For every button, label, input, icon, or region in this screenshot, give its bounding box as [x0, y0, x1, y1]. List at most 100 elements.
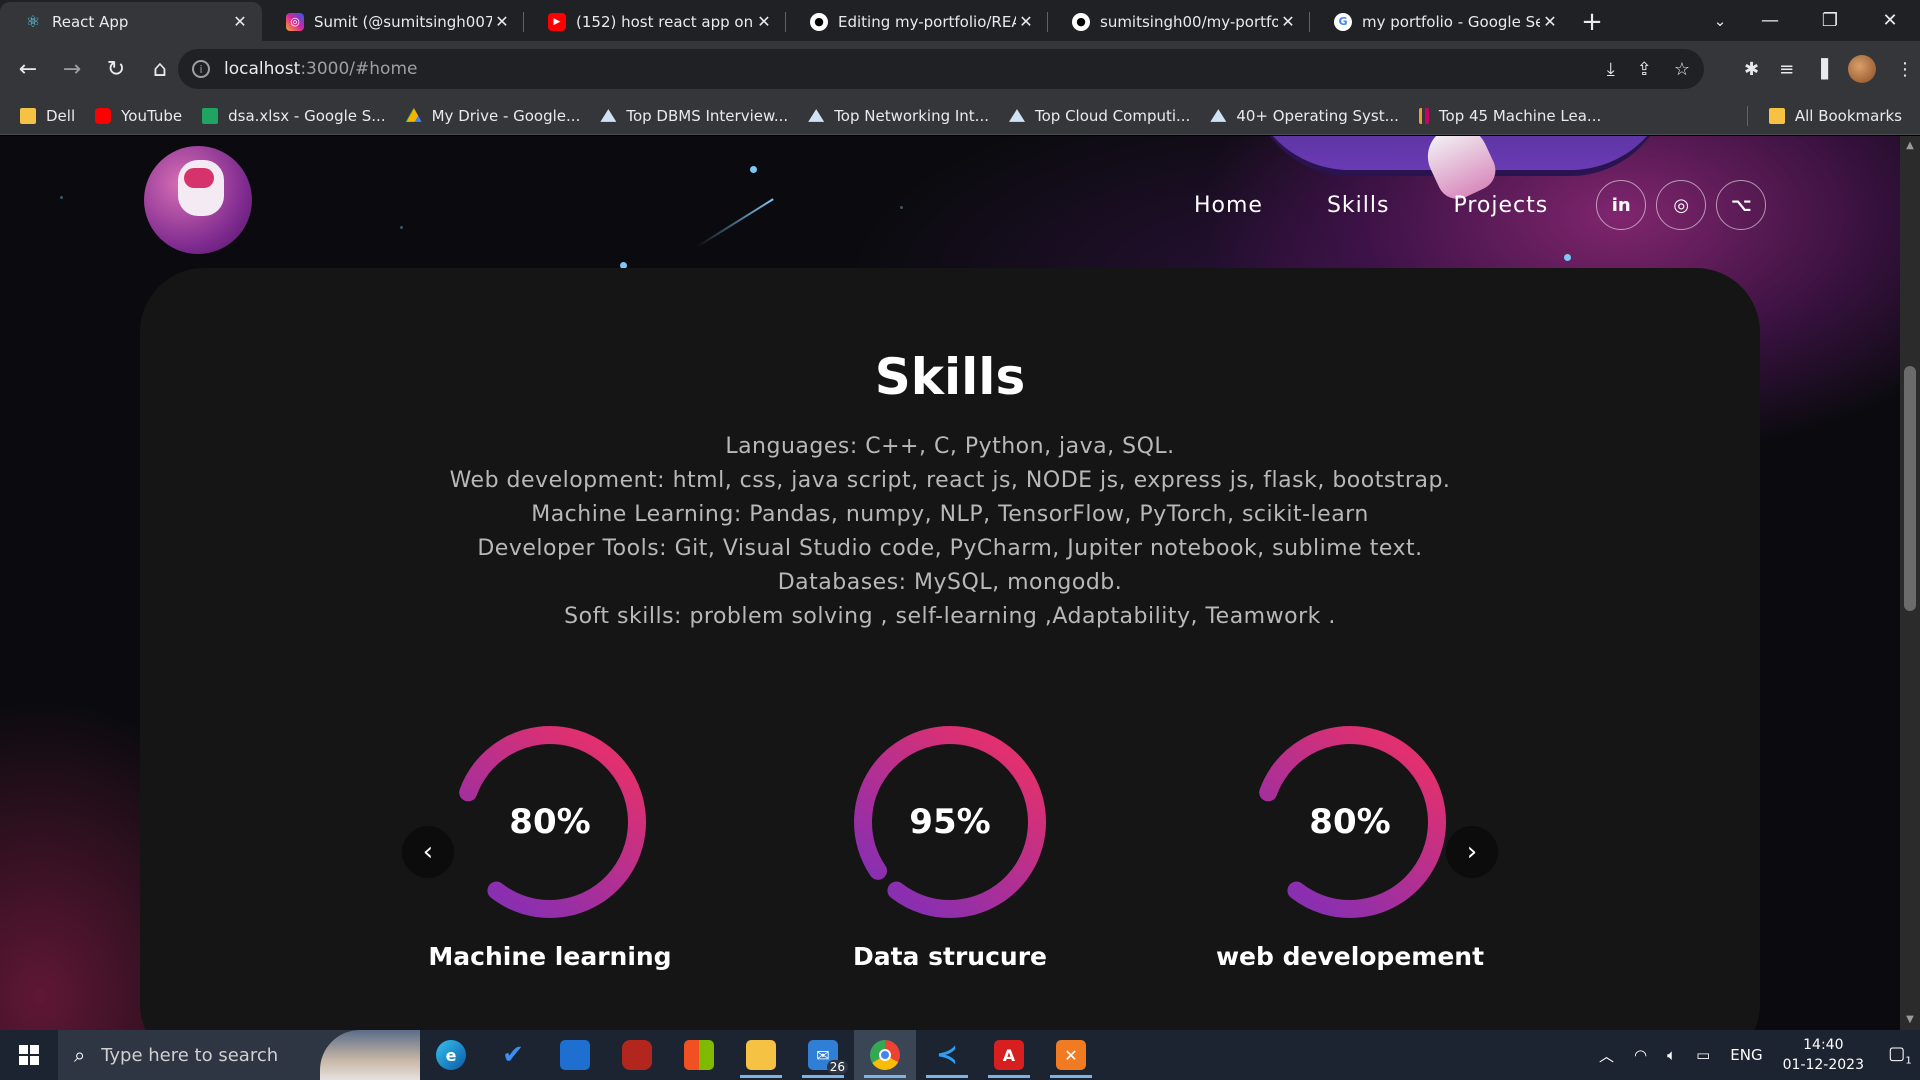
site-icon — [1008, 109, 1025, 122]
address-bar[interactable]: i localhost:3000/#home ⤓ ⇪ ☆ — [178, 49, 1704, 89]
bookmark-label: 40+ Operating Syst... — [1236, 106, 1399, 125]
share-icon[interactable]: ⇪ — [1637, 59, 1652, 80]
media-icon[interactable]: ≡ — [1779, 59, 1794, 80]
extensions-icon[interactable]: ✱ — [1744, 59, 1759, 80]
search-icon: ⌕ — [74, 1043, 86, 1067]
all-bookmarks[interactable]: All Bookmarks — [1746, 97, 1902, 135]
folder-icon[interactable] — [730, 1030, 792, 1080]
menu-icon[interactable]: ⋮ — [1896, 59, 1914, 80]
battery-icon[interactable]: ▭ — [1696, 1046, 1710, 1064]
tab-search-chevron-icon[interactable]: ⌄ — [1702, 0, 1738, 41]
nav-skills[interactable]: Skills — [1327, 193, 1390, 218]
all-bookmarks-label: All Bookmarks — [1794, 107, 1902, 125]
profile-avatar[interactable] — [1848, 55, 1876, 83]
scroll-up-icon[interactable]: ▲ — [1900, 136, 1920, 156]
tab-react-app[interactable]: ⚛ React App ✕ — [0, 2, 262, 41]
linkedin-icon[interactable]: in — [1596, 180, 1647, 230]
bookmark-star-icon[interactable]: ☆ — [1674, 59, 1690, 80]
nav-projects[interactable]: Projects — [1453, 193, 1548, 218]
bookmark-cloud[interactable]: Top Cloud Computi... — [1008, 106, 1191, 125]
tab-instagram[interactable]: ◎ Sumit (@sumitsingh007) • ✕ — [262, 2, 524, 41]
minimize-button[interactable]: — — [1740, 0, 1800, 41]
tab-google-search[interactable]: G my portfolio - Google Sear ✕ — [1310, 2, 1572, 41]
skills-line-databases: Databases: MySQL, mongodb. — [777, 570, 1123, 595]
github-icon[interactable]: ⌥ — [1716, 180, 1767, 230]
close-icon[interactable]: ✕ — [1540, 12, 1560, 31]
site-navbar: Home Skills Projects in ◎ ⌥ — [1194, 180, 1776, 230]
close-icon[interactable]: ✕ — [1016, 12, 1036, 31]
taskbar-search[interactable]: ⌕ Type here to search — [58, 1030, 420, 1080]
back-button[interactable]: ← — [8, 49, 48, 89]
page-scrollbar[interactable]: ▲ ▼ — [1900, 136, 1920, 1030]
skill-progress-ring: 80% — [1250, 722, 1450, 922]
install-icon[interactable]: ⤓ — [1607, 59, 1615, 80]
chrome-icon[interactable] — [854, 1030, 916, 1080]
search-placeholder: Type here to search — [101, 1044, 279, 1066]
tab-github-editing[interactable]: ● Editing my-portfolio/READ ✕ — [786, 2, 1048, 41]
instagram-icon: ◎ — [286, 12, 304, 31]
scrollbar-thumb[interactable] — [1904, 366, 1916, 611]
close-icon[interactable]: ✕ — [1278, 12, 1298, 31]
bookmark-label: Top Cloud Computi... — [1034, 106, 1191, 125]
app-icon[interactable] — [544, 1030, 606, 1080]
acrobat-icon[interactable]: A — [978, 1030, 1040, 1080]
clock[interactable]: 14:40 01-12-2023 — [1783, 1035, 1864, 1075]
folder-icon — [1768, 108, 1785, 124]
bookmark-label: My Drive - Google... — [431, 106, 581, 125]
site-icon — [1210, 109, 1227, 122]
language-indicator[interactable]: ENG — [1730, 1046, 1762, 1064]
bookmark-sheets[interactable]: dsa.xlsx - Google S... — [202, 107, 386, 125]
forward-button[interactable]: → — [52, 49, 92, 89]
close-icon[interactable]: ✕ — [492, 12, 512, 31]
todo-icon[interactable]: ✔ — [482, 1030, 544, 1080]
skills-line-ml: Machine Learning: Pandas, numpy, NLP, Te… — [531, 502, 1369, 527]
site-icon — [1418, 107, 1429, 124]
skill-percent: 80% — [1309, 802, 1391, 842]
url-path: :3000/#home — [300, 59, 418, 79]
store-icon[interactable] — [668, 1030, 730, 1080]
home-button[interactable]: ⌂ — [140, 49, 180, 89]
nav-home[interactable]: Home — [1194, 193, 1263, 218]
bookmark-label: Dell — [46, 106, 76, 125]
site-info-icon[interactable]: i — [192, 60, 210, 78]
tab-youtube[interactable]: ▶ (152) host react app on git ✕ — [524, 2, 786, 41]
side-panel-icon[interactable]: ▐ — [1814, 59, 1828, 80]
carousel-next-button[interactable]: › — [1446, 826, 1498, 878]
start-button[interactable] — [0, 1030, 58, 1080]
instagram-icon[interactable]: ◎ — [1656, 180, 1707, 230]
close-icon[interactable]: ✕ — [230, 12, 250, 31]
site-icon — [808, 109, 825, 122]
mail-icon[interactable]: ✉ 26 — [792, 1030, 854, 1080]
game-icon[interactable] — [606, 1030, 668, 1080]
star — [1564, 254, 1571, 261]
browser-toolbar: ← → ↻ ⌂ i localhost:3000/#home ⤓ ⇪ ☆ ✱ ≡… — [0, 41, 1920, 97]
wifi-icon[interactable]: ◠ — [1634, 1046, 1647, 1064]
google-icon: G — [1334, 12, 1352, 31]
edge-icon[interactable]: e — [420, 1030, 482, 1080]
skill-card: 95% Data strucure — [790, 722, 1110, 971]
bookmark-drive[interactable]: My Drive - Google... — [405, 106, 581, 125]
site-icon — [600, 109, 617, 122]
bookmark-networking[interactable]: Top Networking Int... — [808, 107, 989, 125]
volume-icon[interactable]: 🔈︎ — [1667, 1046, 1676, 1064]
close-window-button[interactable]: ✕ — [1860, 0, 1920, 41]
bookmark-dbms[interactable]: Top DBMS Interview... — [600, 107, 788, 125]
bookmark-ml[interactable]: Top 45 Machine Lea... — [1418, 107, 1601, 125]
vscode-icon[interactable]: ≺ — [916, 1030, 978, 1080]
bookmarks-bar: Dell YouTube dsa.xlsx - Google S... My D… — [0, 97, 1920, 135]
bookmark-youtube[interactable]: YouTube — [95, 107, 182, 125]
drive-icon — [405, 107, 422, 122]
tab-github-repo[interactable]: ● sumitsingh00/my-portfolio ✕ — [1048, 2, 1310, 41]
close-icon[interactable]: ✕ — [754, 12, 774, 31]
bookmark-os[interactable]: 40+ Operating Syst... — [1210, 107, 1399, 125]
star — [750, 166, 757, 173]
chevron-up-icon[interactable]: ︿ — [1599, 1045, 1614, 1066]
restore-button[interactable]: ❐ — [1800, 0, 1860, 41]
reload-button[interactable]: ↻ — [96, 49, 136, 89]
scroll-down-icon[interactable]: ▼ — [1900, 1010, 1920, 1030]
xampp-icon[interactable]: ✕ — [1040, 1030, 1102, 1080]
new-tab-button[interactable]: + — [1572, 2, 1612, 41]
bookmark-dell[interactable]: Dell — [20, 107, 75, 125]
bookmark-label: YouTube — [121, 106, 183, 125]
notification-icon[interactable]: ▢1 — [1880, 1043, 1920, 1067]
